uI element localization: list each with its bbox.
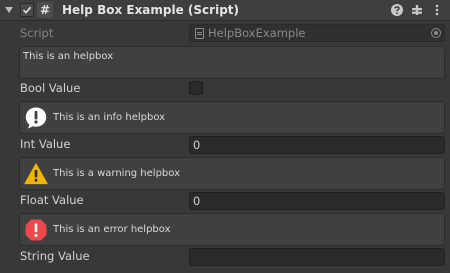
component-title: Help Box Example (Script)	[62, 3, 240, 17]
component-header[interactable]: # Help Box Example (Script)	[0, 0, 450, 21]
foldout-arrow-icon[interactable]	[5, 7, 13, 13]
float-value-field[interactable]: 0	[189, 192, 445, 210]
string-value-field[interactable]	[189, 248, 445, 266]
helpbox-error: This is an error helpbox	[19, 213, 445, 246]
warning-icon	[24, 163, 48, 185]
error-icon	[25, 219, 47, 241]
script-label: Script	[20, 26, 54, 40]
component-enabled-checkbox[interactable]	[20, 3, 34, 17]
helpbox-plain: This is an helpbox	[19, 46, 445, 79]
bool-value-checkbox[interactable]	[189, 81, 203, 95]
helpbox-error-text: This is an error helpbox	[53, 224, 171, 235]
string-value-label: String Value	[20, 249, 90, 263]
bool-value-label: Bool Value	[20, 81, 81, 95]
script-hash-icon: #	[37, 2, 53, 18]
script-value: HelpBoxExample	[208, 26, 306, 40]
helpbox-warning: This is a warning helpbox	[19, 157, 445, 190]
help-icon[interactable]	[390, 3, 404, 17]
script-file-icon	[195, 28, 204, 39]
int-value-label: Int Value	[20, 137, 71, 151]
int-value-field[interactable]: 0	[189, 136, 445, 154]
helpbox-plain-text: This is an helpbox	[23, 51, 114, 62]
info-icon	[25, 107, 47, 129]
helpbox-info: This is an info helpbox	[19, 101, 445, 134]
helpbox-warning-text: This is a warning helpbox	[53, 168, 181, 179]
object-picker-icon	[431, 28, 441, 38]
helpbox-info-text: This is an info helpbox	[53, 112, 166, 123]
inspector-panel: # Help Box Example (Script) Script HelpB…	[0, 0, 450, 273]
float-value-label: Float Value	[20, 193, 84, 207]
preset-icon[interactable]	[410, 3, 424, 17]
context-menu-icon[interactable]	[430, 3, 444, 17]
script-object-field: HelpBoxExample	[189, 24, 445, 42]
